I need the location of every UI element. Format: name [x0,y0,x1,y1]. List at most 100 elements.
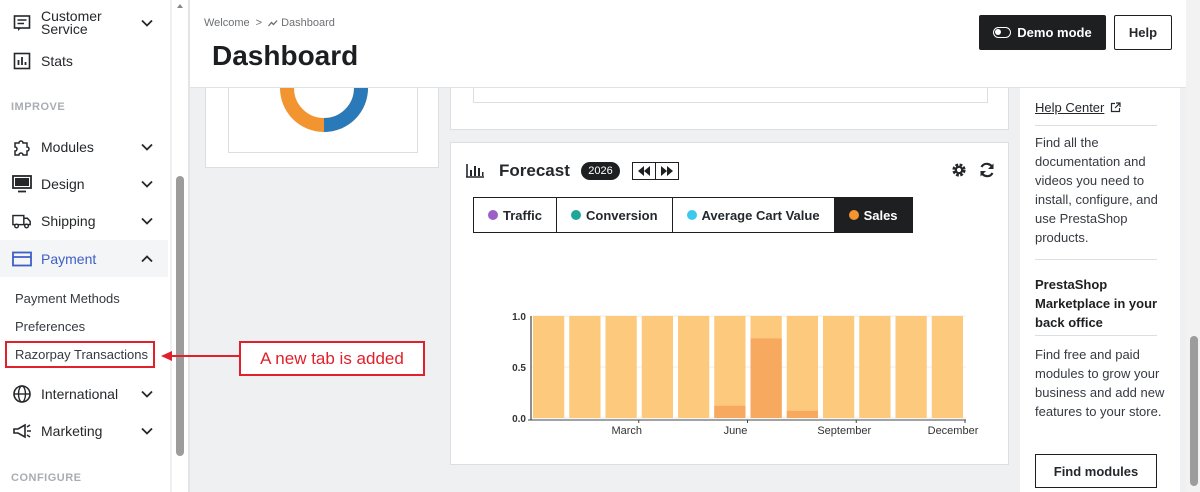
sidebar-item-label: International [41,385,119,402]
bar-base-june [714,316,746,418]
tab-conversion[interactable]: Conversion [557,198,673,232]
megaphone-icon [12,421,32,441]
page-header: Welcome > Dashboard Dashboard Demo mode … [190,0,1200,88]
breadcrumb: Welcome > Dashboard [204,17,335,29]
breadcrumb-separator: > [255,17,263,29]
marketplace-title: PrestaShop Marketplace in your back offi… [1035,277,1158,330]
donut-chart [280,87,368,132]
help-button[interactable]: Help [1114,15,1172,50]
sidebar-item-label: Design [41,175,85,192]
forecast-chart: 0.0 0.5 1.0 March June September December [512,312,979,437]
next-year-button[interactable] [656,163,678,179]
tab-label: Average Cart Value [701,207,820,223]
gear-icon[interactable] [950,161,968,179]
chevron-up-icon [141,254,153,262]
x-tick-label: September [817,425,871,437]
x-tick-label: March [611,425,642,437]
bar-base-october [859,316,891,418]
tab-average-cart-value[interactable]: Average Cart Value [673,198,835,232]
sidebar-item-stats[interactable]: Stats [0,42,168,79]
chevron-down-icon [141,143,153,151]
breadcrumb-home[interactable]: Welcome [204,17,250,29]
year-navigation [632,162,679,180]
annotation-label: A new tab is added [239,341,425,376]
sidebar-item-label: Marketing [41,422,103,439]
sidebar-item-label: Customer Service [41,8,102,37]
donut-card [205,87,439,168]
demo-mode-button[interactable]: Demo mode [979,15,1106,50]
submenu-payment-methods[interactable]: Payment Methods [15,291,120,306]
sidebar-item-modules[interactable]: Modules [0,128,168,165]
section-heading-configure: CONFIGURE [11,472,82,484]
divider [1035,335,1157,336]
sidebar-item-label: Modules [41,138,94,155]
tab-sales[interactable]: Sales [834,198,912,232]
donut-chart-frame [228,87,418,153]
help-center-link[interactable]: Help Center [1035,100,1121,115]
bar-base-august [786,316,818,418]
x-tick-label: December [928,425,979,437]
help-sidebar: Help Center Find all the documentation a… [1020,88,1180,492]
tab-label: Conversion [586,207,658,223]
bar-base-february [569,316,601,418]
bar-base-december [931,316,963,418]
bar-base-november [895,316,927,418]
globe-icon [12,384,32,404]
marketplace-description: Find free and paid modules to grow your … [1035,347,1165,419]
bar-actual-june [714,405,746,418]
sidebar-item-label: Shipping [41,212,96,229]
annotation-highlight-box [5,341,155,368]
rewind-icon [638,166,650,176]
annotation-arrow-icon [161,351,240,361]
help-center-label: Help Center [1035,100,1105,115]
chevron-down-icon [141,217,153,225]
section-heading-improve: IMPROVE [11,101,66,113]
previous-year-button[interactable] [633,163,656,179]
top-card [450,88,1009,130]
top-card-inner [473,88,988,103]
find-modules-button[interactable]: Find modules [1035,454,1157,488]
submenu-preferences[interactable]: Preferences [15,319,85,334]
sidebar-item-marketing[interactable]: Marketing [0,412,168,449]
sidebar-item-design[interactable]: Design [0,165,168,202]
tab-traffic[interactable]: Traffic [474,198,558,232]
bar-actual-july [750,338,782,418]
tab-label: Sales [863,207,898,223]
bar-base-january [533,316,565,418]
donut-segment-blue [323,87,368,132]
toggle-icon [993,27,1012,38]
page-title: Dashboard [212,40,359,71]
average-cart-value-dot-icon [686,210,697,220]
forecast-tabs: Traffic Conversion Average Cart Value Sa… [473,197,913,233]
sidebar-item-shipping[interactable]: Shipping [0,202,168,239]
monitor-icon [12,174,32,194]
bar-base-march [605,316,637,418]
sales-dot-icon [848,210,859,220]
fast-forward-icon [661,166,673,176]
y-tick-label: 0.0 [512,414,526,425]
sidebar-item-payment[interactable]: Payment [0,240,168,277]
conversion-dot-icon [571,210,582,220]
sidebar-item-label: Stats [41,52,73,69]
sidebar-item-customer-service[interactable]: Customer Service [0,3,168,43]
stats-icon [12,51,32,71]
chevron-down-icon [141,180,153,188]
truck-icon [12,211,32,231]
divider [1035,125,1157,126]
bar-base-september [823,316,855,418]
page-scrollbar-thumb[interactable] [1190,336,1198,486]
chevron-down-icon [141,427,153,435]
y-tick-label: 0.5 [512,363,526,374]
breadcrumb-current: Dashboard [281,17,335,29]
x-tick-label: June [724,425,748,437]
sidebar-item-international[interactable]: International [0,375,168,412]
external-link-icon [1111,102,1121,113]
year-badge: 2026 [581,162,620,180]
refresh-icon[interactable] [978,161,996,179]
sidebar-scrollbar-thumb[interactable] [176,176,184,456]
y-tick-label: 1.0 [512,312,526,323]
divider [1035,259,1157,260]
trending-icon [268,20,278,27]
forecast-title: Forecast [499,161,570,180]
scroll-up-arrow-icon[interactable] [177,4,183,8]
